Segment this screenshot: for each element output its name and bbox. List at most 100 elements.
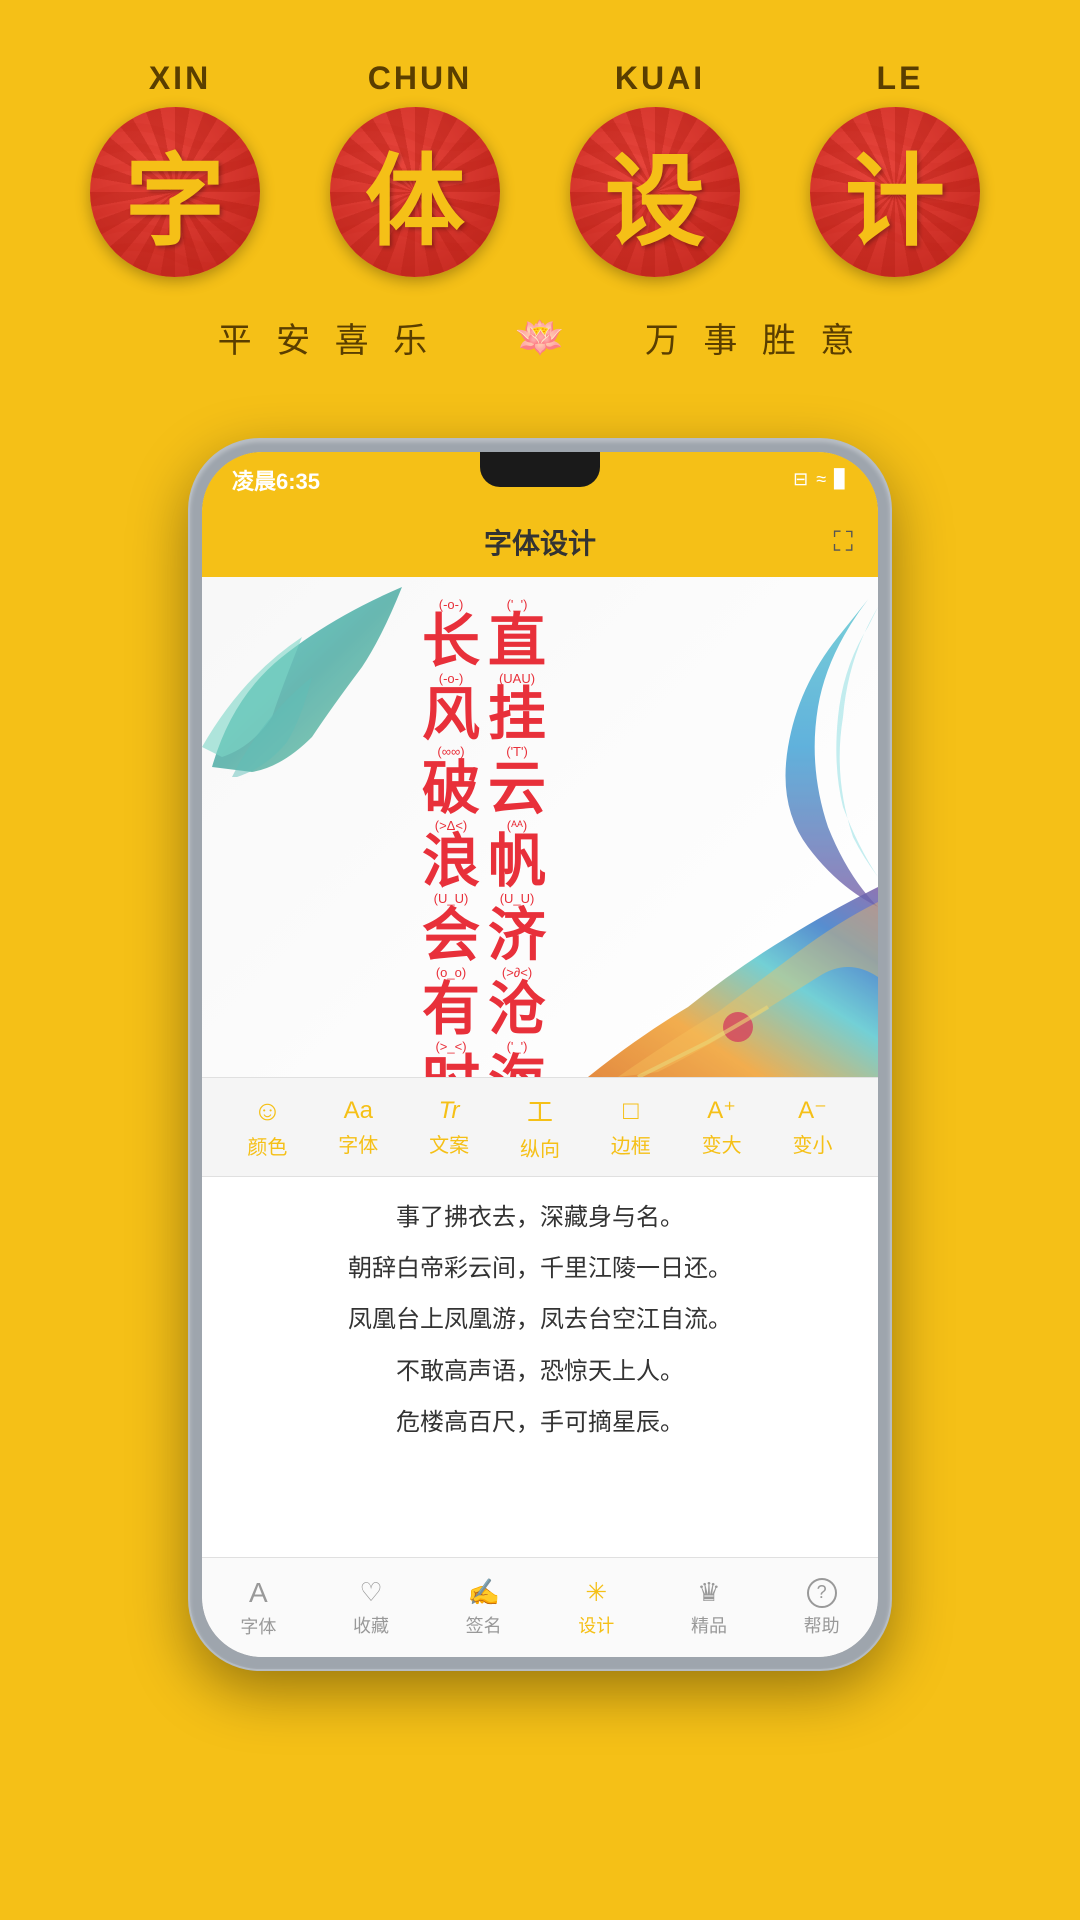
toolbar-item-enlarge[interactable]: A⁺ 变大: [702, 1096, 742, 1158]
toolbar-item-color[interactable]: ☺ 颜色: [247, 1095, 287, 1160]
pinyin-row: XIN 字: [90, 60, 990, 277]
char-yun: 云: [488, 760, 546, 818]
notch: [480, 452, 600, 487]
font-icon: Aa: [344, 1097, 373, 1125]
share-icon[interactable]: ⛶: [833, 526, 853, 559]
pinyin-item-le: LE 计: [810, 60, 990, 277]
char-gua: 挂: [488, 686, 546, 744]
poem-line-3: 凤凰台上凤凰游，凤去台空江自流。: [232, 1299, 848, 1342]
vertical-icon: 工: [527, 1092, 553, 1129]
status-bar: 凌晨6:35 ⊟ ≈ ▊: [202, 452, 878, 507]
poem-image-area: (-o-) 长 (-o-) 风 (∞∞) 破 (>Δ<) 浪 (U_U) 会 (…: [202, 577, 878, 1077]
phone-outer: 凌晨6:35 ⊟ ≈ ▊ 字体设计 ⛶: [190, 440, 890, 1669]
poem-line-5: 危楼高百尺，手可摘星辰。: [232, 1402, 848, 1445]
char-ji: 计: [845, 120, 945, 265]
deco-top-left: [202, 577, 422, 777]
nav-item-help[interactable]: ? 帮助: [804, 1578, 840, 1638]
poem-col-1: (-o-) 长 (-o-) 风 (∞∞) 破 (>Δ<) 浪 (U_U) 会 (…: [422, 597, 480, 1077]
char-ji2: 济: [488, 907, 546, 965]
poem-line-1: 事了拂衣去，深藏身与名。: [232, 1197, 848, 1240]
char-ti: 体: [365, 120, 465, 265]
font-label: 字体: [338, 1129, 378, 1158]
poem-columns: (-o-) 长 (-o-) 风 (∞∞) 破 (>Δ<) 浪 (U_U) 会 (…: [422, 597, 546, 1077]
pinyin-item-kuai: KUAI 设: [570, 60, 750, 277]
nav-item-design[interactable]: ✳ 设计: [578, 1577, 614, 1638]
nav-font-label: 字体: [240, 1613, 276, 1639]
color-label: 颜色: [247, 1131, 287, 1160]
pinyin-item-xin: XIN 字: [90, 60, 270, 277]
phone-screen: 凌晨6:35 ⊟ ≈ ▊ 字体设计 ⛶: [202, 452, 878, 1657]
nav-signature-label: 签名: [466, 1612, 502, 1638]
nav-signature-icon: ✍: [467, 1577, 499, 1608]
phone-section: 凌晨6:35 ⊟ ≈ ▊ 字体设计 ⛶: [190, 440, 890, 1669]
nav-item-premium[interactable]: ♛ 精品: [691, 1577, 727, 1638]
lotus-icon: 🪷: [515, 314, 565, 361]
status-time: 凌晨6:35: [232, 464, 320, 496]
char-hai: 海: [488, 1054, 546, 1077]
shrink-label: 变小: [792, 1129, 832, 1158]
text-icon: Tr: [439, 1097, 460, 1125]
color-icon: ☺: [253, 1095, 282, 1127]
poem-line-4: 不敢高声语，恐惊天上人。: [232, 1351, 848, 1394]
toolbar-item-shrink[interactable]: A⁻ 变小: [792, 1096, 832, 1158]
nav-help-icon: ?: [807, 1578, 837, 1608]
poem-line-2: 朝辞白帝彩云间，千里江陵一日还。: [232, 1248, 848, 1291]
nav-item-favorite[interactable]: ♡ 收藏: [353, 1577, 389, 1638]
deco-bottom-dragon: [538, 857, 878, 1077]
pinyin-le: LE: [810, 60, 990, 97]
circle-zi: 字: [90, 107, 260, 277]
enlarge-label: 变大: [702, 1129, 742, 1158]
shrink-icon: A⁻: [798, 1096, 827, 1125]
pinyin-kuai: KUAI: [570, 60, 750, 97]
char-zhi: 直: [488, 613, 546, 671]
nav-help-label: 帮助: [804, 1612, 840, 1638]
phone-inner: 凌晨6:35 ⊟ ≈ ▊ 字体设计 ⛶: [202, 452, 878, 1657]
nav-premium-icon: ♛: [697, 1577, 720, 1608]
app-title: 字体设计: [484, 522, 596, 562]
pinyin-item-chun: CHUN 体: [330, 60, 510, 277]
char-shi: 时: [422, 1054, 480, 1077]
app-toolbar: ☺ 颜色 Aa 字体 Tr 文案 工 纵向: [202, 1077, 878, 1177]
poem-col-2: ('_') 直 (UAU) 挂 ('T') 云 (ᴬᴬ) 帆 (U_U) 济 (…: [488, 597, 546, 1077]
nav-favorite-icon: ♡: [359, 1577, 382, 1608]
app-header: 字体设计 ⛶: [202, 507, 878, 577]
vertical-label: 纵向: [520, 1133, 560, 1162]
circle-ti: 体: [330, 107, 500, 277]
nav-design-label: 设计: [578, 1612, 614, 1638]
subtitle-row: 平 安 喜 乐 🪷 万 事 胜 意: [0, 313, 1080, 362]
bottom-nav: A 字体 ♡ 收藏 ✍ 签名 ✳ 设计: [202, 1557, 878, 1657]
char-zi: 字: [125, 120, 225, 265]
toolbar-item-text[interactable]: Tr 文案: [429, 1097, 469, 1158]
subtitle-left: 平 安 喜 乐: [218, 313, 436, 362]
wifi-icon: ≈: [816, 469, 826, 490]
toolbar-item-vertical[interactable]: 工 纵向: [520, 1092, 560, 1162]
pinyin-xin: XIN: [90, 60, 270, 97]
nav-design-icon: ✳: [585, 1577, 607, 1608]
enlarge-icon: A⁺: [707, 1096, 736, 1125]
border-label: 边框: [611, 1130, 651, 1159]
top-section: XIN 字: [0, 0, 1080, 362]
toolbar-item-font[interactable]: Aa 字体: [338, 1097, 378, 1158]
circle-ji: 计: [810, 107, 980, 277]
circle-she: 设: [570, 107, 740, 277]
status-icons: ⊟ ≈ ▊: [793, 469, 848, 490]
char-po: 破: [422, 760, 480, 818]
char-she: 设: [605, 120, 705, 265]
battery-icon: ▊: [834, 469, 848, 490]
nav-item-signature[interactable]: ✍ 签名: [466, 1577, 502, 1638]
char-you: 有: [422, 981, 480, 1039]
text-content: 事了拂衣去，深藏身与名。 朝辞白帝彩云间，千里江陵一日还。 凤凰台上凤凰游，凤去…: [202, 1177, 878, 1557]
text-label: 文案: [429, 1129, 469, 1158]
char-cang: 沧: [488, 981, 546, 1039]
char-hui: 会: [422, 907, 480, 965]
toolbar-item-border[interactable]: □ 边框: [611, 1095, 651, 1159]
char-chang: 长: [422, 613, 480, 671]
nav-premium-label: 精品: [691, 1612, 727, 1638]
nav-item-font[interactable]: A 字体: [240, 1577, 276, 1639]
nav-font-icon: A: [249, 1577, 268, 1609]
char-feng: 风: [422, 686, 480, 744]
subtitle-right: 万 事 胜 意: [645, 313, 863, 362]
nav-favorite-label: 收藏: [353, 1612, 389, 1638]
pinyin-chun: CHUN: [330, 60, 510, 97]
signal-icon: ⊟: [793, 469, 808, 490]
